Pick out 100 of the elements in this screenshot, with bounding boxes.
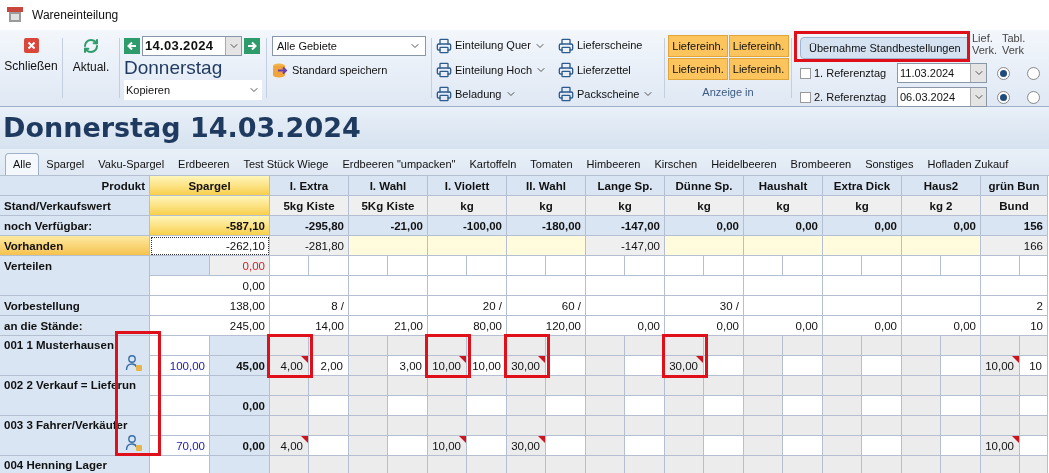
- table-cell: [981, 256, 1020, 276]
- printer-icon: [558, 86, 574, 103]
- table-cell: [941, 336, 981, 356]
- table-cell: [981, 336, 1020, 356]
- next-day-button[interactable]: [244, 38, 260, 54]
- table-cell: 0,00: [823, 316, 902, 336]
- reference-date-field[interactable]: 11.03.2024: [897, 63, 987, 83]
- table-cell: [744, 376, 783, 396]
- reference-day-label: 2. Referenztag: [814, 89, 888, 105]
- adopt-standing-orders-button[interactable]: Übernahme Standbestellungen: [800, 37, 970, 59]
- tab[interactable]: Sonstiges: [858, 153, 921, 175]
- column-header: grün Bun: [981, 176, 1048, 196]
- table-cell: [428, 396, 467, 416]
- previous-day-button[interactable]: [124, 38, 140, 54]
- tab[interactable]: Kirschen: [647, 153, 705, 175]
- table-cell: [586, 396, 625, 416]
- table-cell: [981, 396, 1020, 416]
- unit-button[interactable]: Liefereinh.: [668, 58, 728, 80]
- checkbox[interactable]: [800, 67, 811, 79]
- print-button[interactable]: Packscheine: [558, 84, 666, 104]
- table-cell: [783, 396, 823, 416]
- refresh-button[interactable]: Aktual.: [63, 30, 119, 106]
- tab[interactable]: Heidelbeeren: [704, 153, 784, 175]
- table-cell: [586, 256, 625, 276]
- table-cell: [428, 256, 467, 276]
- table-cell: 30,00: [507, 436, 546, 456]
- table-cell: [941, 396, 981, 416]
- table-cell: [586, 416, 625, 436]
- table-cell: [210, 416, 270, 436]
- unit-label: kg 2: [902, 196, 981, 216]
- table-cell: 0,00: [744, 216, 823, 236]
- area-dropdown[interactable]: Alle Gebiete: [272, 36, 426, 56]
- table-cell: [704, 376, 744, 396]
- table-cell: 45,00: [210, 356, 270, 376]
- checkbox[interactable]: [800, 91, 811, 103]
- print-button[interactable]: Einteilung Quer: [436, 36, 558, 55]
- table-cell: [349, 436, 388, 456]
- row-header: Vorhanden: [0, 236, 150, 256]
- table-cell: [507, 376, 546, 396]
- copy-dropdown[interactable]: Kopieren: [124, 80, 262, 100]
- table-cell: [388, 416, 428, 436]
- table-cell: [744, 436, 783, 456]
- table-cell: [467, 436, 507, 456]
- table-cell: [388, 456, 428, 473]
- table-cell: [625, 416, 665, 436]
- tab[interactable]: Spargel: [39, 153, 92, 175]
- tab[interactable]: Tomaten: [523, 153, 580, 175]
- table-cell: [941, 436, 981, 456]
- print-button[interactable]: Beladung: [436, 84, 558, 104]
- column-header: Dünne Sp.: [665, 176, 744, 196]
- unit-label: kg: [665, 196, 744, 216]
- radio-button[interactable]: [1027, 90, 1040, 104]
- table-cell: [546, 416, 586, 436]
- tab[interactable]: Himbeeren: [579, 153, 648, 175]
- table-cell: [704, 436, 744, 456]
- table-cell: 0,00: [210, 256, 270, 276]
- table-cell: [704, 456, 744, 473]
- table-cell: [210, 336, 270, 356]
- tab[interactable]: Erdbeeren "umpacken": [335, 153, 463, 175]
- left-arrow-icon: [127, 41, 137, 51]
- tab[interactable]: Test Stück Wiege: [236, 153, 336, 175]
- table-cell: -147,00: [586, 236, 665, 256]
- tab[interactable]: Vaku-Spargel: [91, 153, 172, 175]
- table-cell: [150, 256, 210, 276]
- unit-button[interactable]: Liefereinh.: [728, 35, 789, 57]
- table-cell: [467, 336, 507, 356]
- unit-button[interactable]: Liefereinh.: [668, 35, 728, 57]
- row-header: an die Stände:: [0, 316, 150, 336]
- table-cell: [270, 336, 309, 356]
- table-cell: [625, 396, 665, 416]
- radio-button[interactable]: [1027, 66, 1040, 80]
- date-field[interactable]: 14.03.2024: [142, 36, 242, 56]
- print-button[interactable]: Einteilung Hoch: [436, 60, 558, 80]
- unit-button[interactable]: Liefereinh.: [728, 58, 789, 80]
- print-button[interactable]: Lieferscheine: [558, 36, 666, 55]
- print-button[interactable]: Lieferzettel: [558, 60, 666, 80]
- reference-date-field[interactable]: 06.03.2024: [897, 87, 987, 107]
- table-cell: -262,10: [150, 236, 270, 256]
- table-cell: [862, 456, 902, 473]
- weekday-label: Donnerstag: [124, 56, 224, 80]
- table-cell: [665, 336, 704, 356]
- tab[interactable]: Erdbeeren: [171, 153, 237, 175]
- tab[interactable]: Brombeeren: [783, 153, 859, 175]
- close-button[interactable]: Schließen: [0, 30, 62, 106]
- radio-button[interactable]: [997, 90, 1010, 104]
- table-cell: [388, 256, 428, 276]
- save-standard-button[interactable]: Standard speichern: [272, 62, 426, 79]
- table-cell: [349, 416, 388, 436]
- table-cell: [507, 336, 546, 356]
- table-cell: [902, 356, 941, 376]
- table-cell: [507, 396, 546, 416]
- table-cell: 0,00: [210, 436, 270, 456]
- tab[interactable]: Hofladen Zukauf: [920, 153, 1016, 175]
- radio-button[interactable]: [997, 66, 1010, 80]
- table-cell: [546, 376, 586, 396]
- tab[interactable]: Kartoffeln: [462, 153, 524, 175]
- tab[interactable]: Alle: [5, 153, 40, 175]
- table-cell: [823, 416, 862, 436]
- table-cell: [270, 416, 309, 436]
- table-cell: 0,00: [902, 216, 981, 236]
